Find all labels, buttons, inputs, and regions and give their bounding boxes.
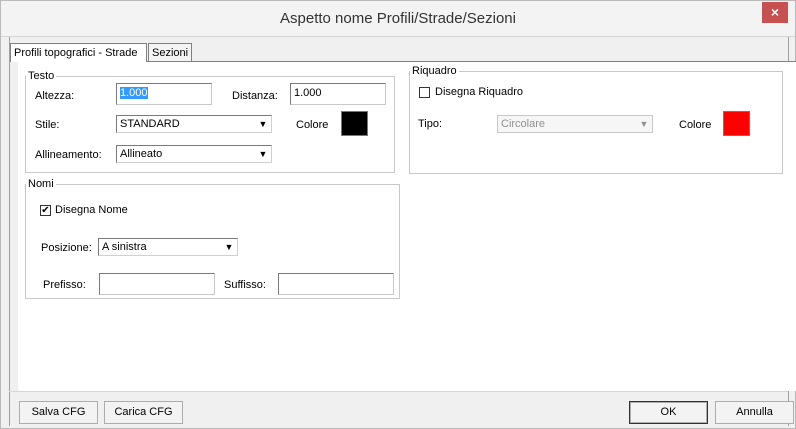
allineamento-select[interactable]: Allineato ▼ xyxy=(116,145,272,163)
colore-testo-label: Colore xyxy=(296,119,329,131)
testo-legend: Testo xyxy=(28,70,55,82)
altezza-label: Altezza: xyxy=(35,90,75,102)
suffisso-input[interactable] xyxy=(278,273,394,295)
title-bar[interactable]: Aspetto nome Profili/Strade/Sezioni × xyxy=(1,1,795,37)
allineamento-value: Allineato xyxy=(120,148,163,160)
posizione-value: A sinistra xyxy=(102,241,147,253)
chevron-down-icon[interactable]: ▼ xyxy=(222,240,236,254)
colore-riquadro-label: Colore xyxy=(679,119,712,131)
salva-cfg-button[interactable]: Salva CFG xyxy=(19,401,98,424)
altezza-input[interactable]: 1.000 xyxy=(116,83,212,105)
stile-label: Stile: xyxy=(35,119,60,131)
annulla-button[interactable]: Annulla xyxy=(715,401,794,424)
altezza-value: 1.000 xyxy=(120,87,148,99)
distanza-input[interactable]: 1.000 xyxy=(290,83,386,105)
carica-cfg-button[interactable]: Carica CFG xyxy=(104,401,183,424)
colore-riquadro-swatch[interactable] xyxy=(723,111,750,136)
stile-value: STANDARD xyxy=(120,118,180,130)
disegna-nome-label[interactable]: Disegna Nome xyxy=(55,204,128,216)
window-title: Aspetto nome Profili/Strade/Sezioni xyxy=(280,10,516,27)
chevron-down-icon[interactable]: ▼ xyxy=(637,117,651,131)
prefisso-input[interactable] xyxy=(99,273,215,295)
tipo-value: Circolare xyxy=(501,118,546,130)
disegna-riquadro-label[interactable]: Disegna Riquadro xyxy=(435,86,523,98)
stile-select[interactable]: STANDARD ▼ xyxy=(116,115,272,133)
disegna-riquadro-checkbox[interactable] xyxy=(419,87,430,98)
prefisso-label: Prefisso: xyxy=(43,279,86,291)
colore-testo-swatch[interactable] xyxy=(341,111,368,136)
chevron-down-icon[interactable]: ▼ xyxy=(256,147,270,161)
close-button[interactable]: × xyxy=(762,2,788,23)
tab-profili-strade[interactable]: Profili topografici - Strade xyxy=(10,43,147,62)
tipo-select[interactable]: Circolare ▼ xyxy=(497,115,653,133)
suffisso-label: Suffisso: xyxy=(224,279,266,291)
riquadro-legend: Riquadro xyxy=(412,65,457,77)
nomi-legend: Nomi xyxy=(28,178,54,190)
ok-button[interactable]: OK xyxy=(629,401,708,424)
chevron-down-icon[interactable]: ▼ xyxy=(256,117,270,131)
tipo-label: Tipo: xyxy=(418,118,443,130)
disegna-nome-checkbox[interactable]: ✔ xyxy=(40,205,51,216)
tab-sezioni[interactable]: Sezioni xyxy=(148,43,192,62)
distanza-label: Distanza: xyxy=(232,90,278,102)
posizione-select[interactable]: A sinistra ▼ xyxy=(98,238,238,256)
allineamento-label: Allineamento: xyxy=(35,149,102,161)
footer-divider xyxy=(9,391,788,392)
posizione-label: Posizione: xyxy=(41,242,92,254)
